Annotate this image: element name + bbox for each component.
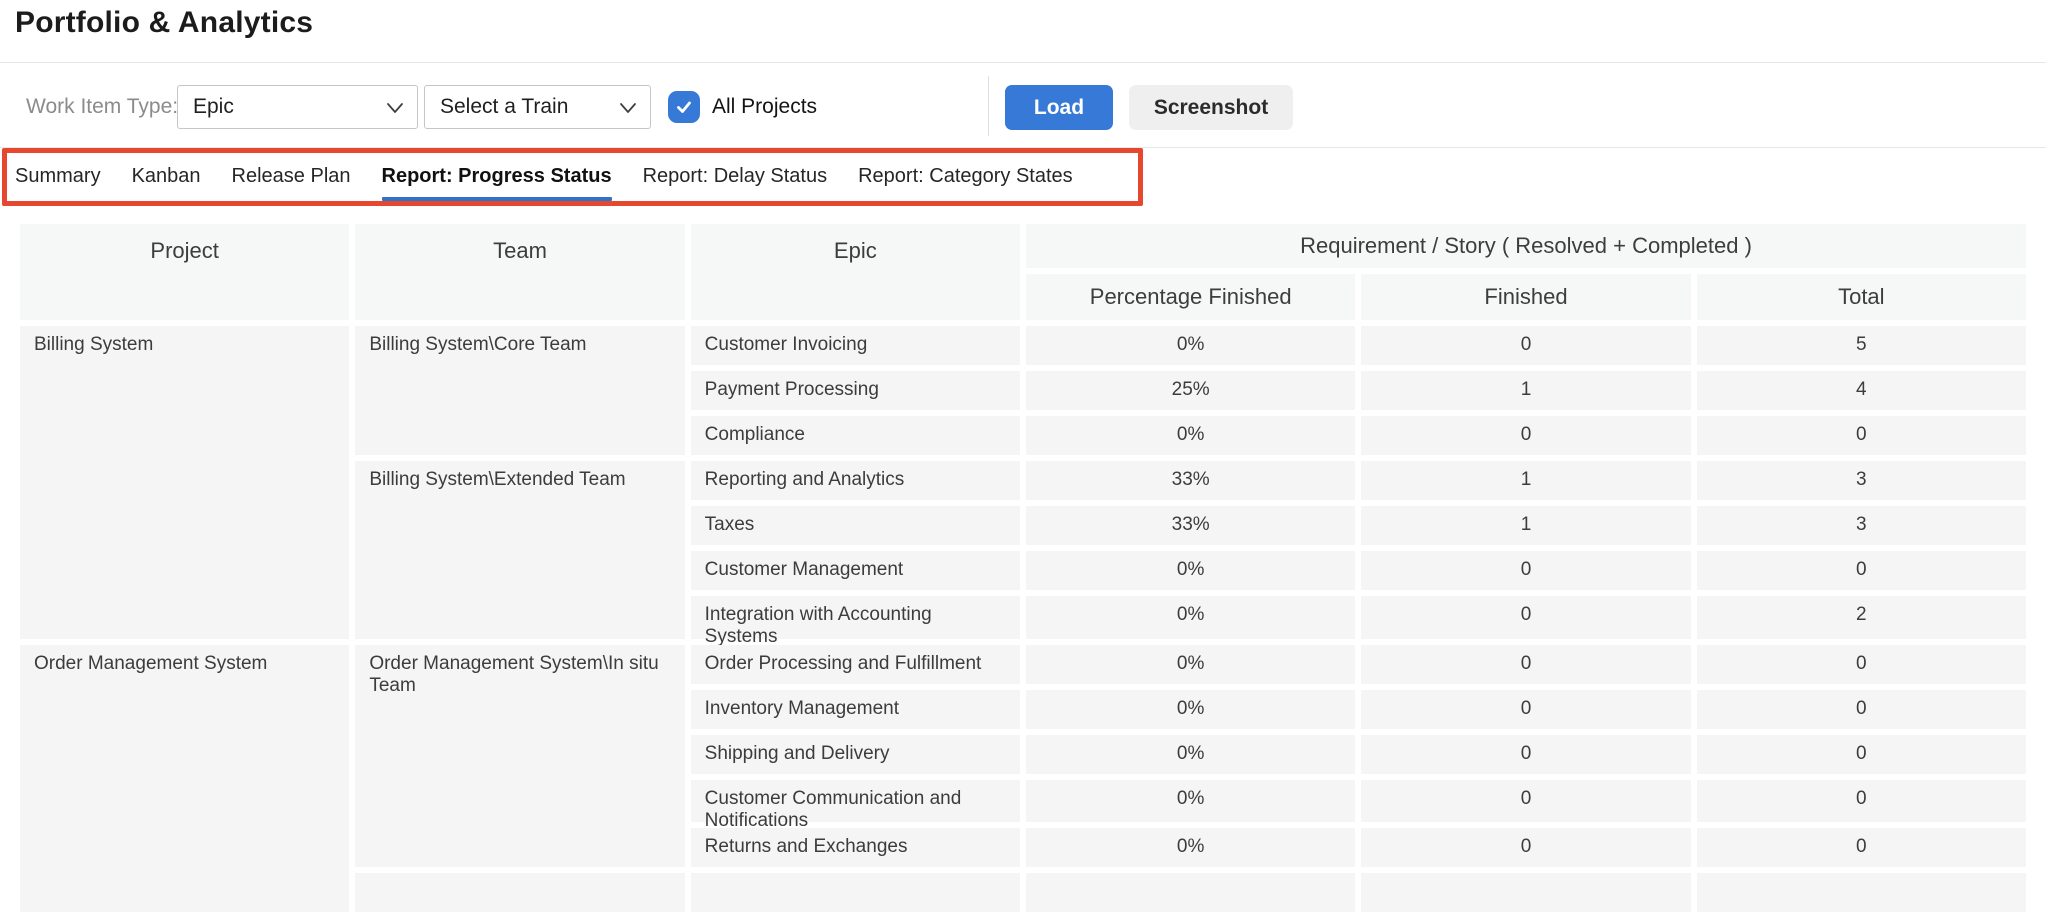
total-cell: 0 bbox=[1697, 416, 2026, 455]
finished-cell: 1 bbox=[1361, 506, 1690, 545]
epic-cell: Returns and Exchanges bbox=[691, 828, 1020, 867]
percentage-finished-cell: 33% bbox=[1026, 461, 1355, 500]
finished-cell: 0 bbox=[1361, 735, 1690, 774]
table-row-partial-cell bbox=[1026, 873, 1355, 912]
finished-cell: 0 bbox=[1361, 551, 1690, 590]
percentage-finished-cell: 25% bbox=[1026, 371, 1355, 410]
finished-cell: 0 bbox=[1361, 780, 1690, 823]
column-header-total: Total bbox=[1697, 274, 2026, 320]
finished-cell: 1 bbox=[1361, 461, 1690, 500]
epic-cell: Reporting and Analytics bbox=[691, 461, 1020, 500]
percentage-finished-cell: 0% bbox=[1026, 645, 1355, 684]
finished-cell: 0 bbox=[1361, 828, 1690, 867]
finished-cell: 0 bbox=[1361, 596, 1690, 639]
chevron-down-icon bbox=[386, 101, 404, 115]
table-row-partial-cell bbox=[355, 873, 684, 912]
epic-cell: Customer Invoicing bbox=[691, 326, 1020, 365]
epic-cell: Compliance bbox=[691, 416, 1020, 455]
chevron-down-icon bbox=[619, 101, 637, 115]
team-cell: Billing System\Extended Team bbox=[355, 461, 684, 639]
train-select-value: Select a Train bbox=[440, 95, 568, 119]
percentage-finished-cell: 0% bbox=[1026, 780, 1355, 823]
epic-cell: Integration with Accounting Systems bbox=[691, 596, 1020, 639]
header-divider bbox=[0, 62, 2046, 63]
epic-cell: Taxes bbox=[691, 506, 1020, 545]
column-header-requirement-group: Requirement / Story ( Resolved + Complet… bbox=[1026, 224, 2026, 268]
work-item-type-label: Work Item Type: bbox=[26, 85, 178, 129]
epic-cell: Customer Communication and Notifications bbox=[691, 780, 1020, 823]
percentage-finished-cell: 33% bbox=[1026, 506, 1355, 545]
total-cell: 3 bbox=[1697, 461, 2026, 500]
finished-cell: 0 bbox=[1361, 416, 1690, 455]
tab-report-delay-status[interactable]: Report: Delay Status bbox=[643, 152, 828, 201]
finished-cell: 0 bbox=[1361, 326, 1690, 365]
percentage-finished-cell: 0% bbox=[1026, 690, 1355, 729]
percentage-finished-cell: 0% bbox=[1026, 416, 1355, 455]
percentage-finished-cell: 0% bbox=[1026, 735, 1355, 774]
total-cell: 0 bbox=[1697, 828, 2026, 867]
tab-report-category-states[interactable]: Report: Category States bbox=[858, 152, 1073, 201]
column-header-team: Team bbox=[355, 224, 684, 320]
table-row-partial-cell bbox=[1697, 873, 2026, 912]
total-cell: 0 bbox=[1697, 645, 2026, 684]
load-button[interactable]: Load bbox=[1005, 85, 1113, 130]
column-header-percentage-finished: Percentage Finished bbox=[1026, 274, 1355, 320]
total-cell: 3 bbox=[1697, 506, 2026, 545]
toolbar-bottom-divider bbox=[0, 147, 2046, 148]
tab-summary[interactable]: Summary bbox=[15, 152, 101, 201]
page-title: Portfolio & Analytics bbox=[15, 6, 313, 40]
team-cell: Billing System\Core Team bbox=[355, 326, 684, 455]
work-item-type-select[interactable]: Epic bbox=[177, 85, 418, 129]
all-projects-label: All Projects bbox=[712, 85, 817, 129]
toolbar-divider bbox=[988, 76, 989, 136]
epic-cell: Order Processing and Fulfillment bbox=[691, 645, 1020, 684]
tab-report-progress-status[interactable]: Report: Progress Status bbox=[382, 152, 612, 201]
tab-bar: Summary Kanban Release Plan Report: Progres… bbox=[0, 152, 1073, 201]
project-cell: Billing System bbox=[20, 326, 349, 639]
epic-cell: Shipping and Delivery bbox=[691, 735, 1020, 774]
screenshot-button[interactable]: Screenshot bbox=[1129, 85, 1293, 130]
total-cell: 0 bbox=[1697, 690, 2026, 729]
toolbar: Work Item Type: Epic Select a Train All … bbox=[0, 85, 2046, 129]
table-row-partial-cell bbox=[1361, 873, 1690, 912]
finished-cell: 0 bbox=[1361, 645, 1690, 684]
finished-cell: 0 bbox=[1361, 690, 1690, 729]
work-item-type-value: Epic bbox=[193, 95, 234, 119]
checkmark-icon bbox=[674, 97, 694, 117]
epic-cell: Customer Management bbox=[691, 551, 1020, 590]
total-cell: 5 bbox=[1697, 326, 2026, 365]
column-header-project: Project bbox=[20, 224, 349, 320]
percentage-finished-cell: 0% bbox=[1026, 551, 1355, 590]
train-select[interactable]: Select a Train bbox=[424, 85, 651, 129]
total-cell: 0 bbox=[1697, 551, 2026, 590]
total-cell: 0 bbox=[1697, 735, 2026, 774]
epic-cell: Payment Processing bbox=[691, 371, 1020, 410]
column-header-finished: Finished bbox=[1361, 274, 1690, 320]
total-cell: 2 bbox=[1697, 596, 2026, 639]
all-projects-checkbox[interactable] bbox=[668, 91, 700, 123]
percentage-finished-cell: 0% bbox=[1026, 828, 1355, 867]
tab-release-plan[interactable]: Release Plan bbox=[232, 152, 351, 201]
team-cell: Order Management System\In situ Team bbox=[355, 645, 684, 868]
percentage-finished-cell: 0% bbox=[1026, 326, 1355, 365]
total-cell: 0 bbox=[1697, 780, 2026, 823]
table-row-partial-cell bbox=[691, 873, 1020, 912]
percentage-finished-cell: 0% bbox=[1026, 596, 1355, 639]
report-table: Project Team Epic Requirement / Story ( … bbox=[20, 224, 2026, 912]
project-cell: Order Management System bbox=[20, 645, 349, 912]
total-cell: 4 bbox=[1697, 371, 2026, 410]
column-header-epic: Epic bbox=[691, 224, 1020, 320]
finished-cell: 1 bbox=[1361, 371, 1690, 410]
epic-cell: Inventory Management bbox=[691, 690, 1020, 729]
tab-kanban[interactable]: Kanban bbox=[132, 152, 201, 201]
